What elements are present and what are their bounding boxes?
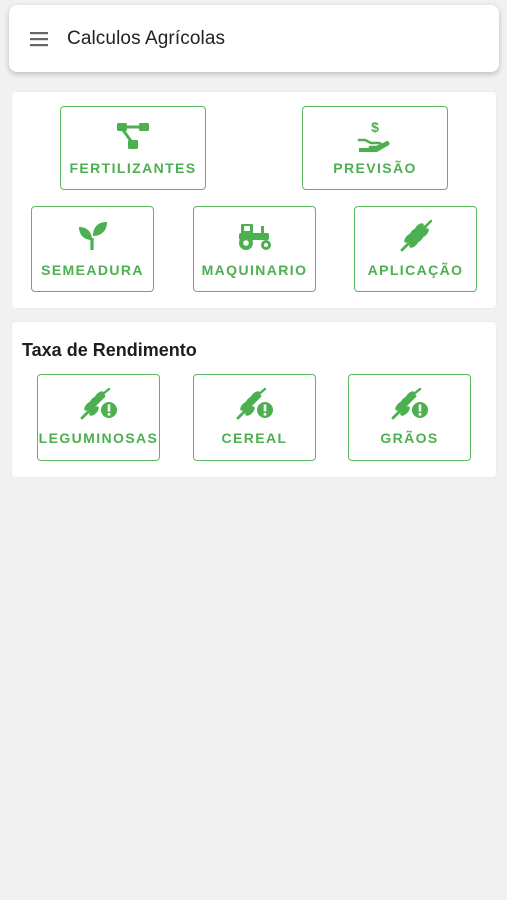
app-bar: Calculos Agrícolas [9,5,499,72]
section-title: Taxa de Rendimento [22,340,197,360]
maquinario-label: MAQUINARIO [201,262,308,278]
semeadura-button[interactable]: SEMEADURA [31,206,154,292]
fertilizantes-button[interactable]: FERTILIZANTES [60,106,206,190]
cereal-label: CEREAL [221,430,288,446]
previsao-label: PREVISÃO [333,160,417,176]
aplicacao-button[interactable]: APLICAÇÃO [354,206,477,292]
yield-rate-card: Taxa de Rendimento LEGUMINOSAS CEREAL GR… [12,322,496,477]
wheat-alert-icon [235,387,275,421]
semeadura-label: SEMEADURA [41,262,144,278]
app-title: Calculos Agrícolas [67,27,226,49]
maquinario-button[interactable]: MAQUINARIO [193,206,316,292]
cereal-button[interactable]: CEREAL [193,374,316,461]
fertilizer-network-icon [115,119,151,153]
fertilizantes-label: FERTILIZANTES [69,160,197,176]
hamburger-menu-icon[interactable] [27,27,51,51]
wheat-icon [399,219,433,253]
leguminosas-button[interactable]: LEGUMINOSAS [37,374,160,461]
tractor-icon [235,219,275,253]
sprout-icon [76,219,110,253]
previsao-button[interactable]: $ PREVISÃO [302,106,448,190]
calculations-card: FERTILIZANTES $ PREVISÃO SEMEADURA MAQUI… [12,92,496,308]
leguminosas-label: LEGUMINOSAS [38,430,159,446]
aplicacao-label: APLICAÇÃO [367,262,464,278]
svg-text:$: $ [371,120,379,135]
graos-button[interactable]: GRÃOS [348,374,471,461]
wheat-alert-icon [390,387,430,421]
wheat-alert-icon [79,387,119,421]
hand-money-icon: $ [357,119,393,153]
graos-label: GRÃOS [380,430,439,446]
